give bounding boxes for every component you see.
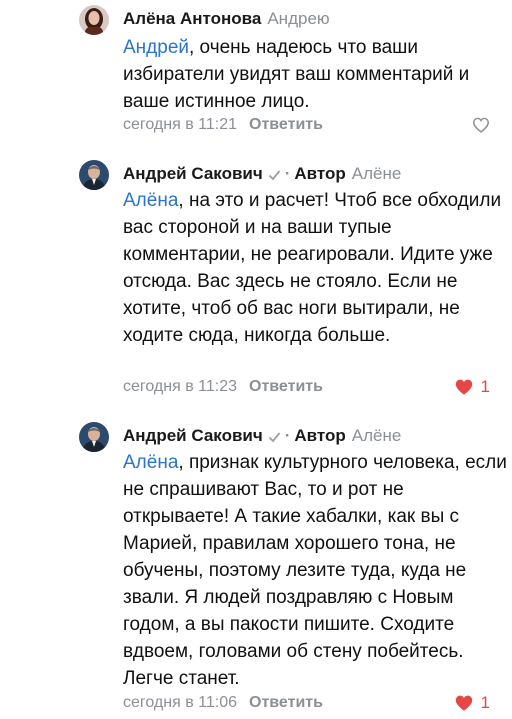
comment-header: Алёна Антонова Андрею xyxy=(123,9,330,29)
comment-body: , на это и расчет! Чтоб все обходили вас… xyxy=(123,190,502,346)
heart-outline-icon xyxy=(472,117,490,133)
reply-button[interactable]: Ответить xyxy=(249,116,323,133)
comment-header: Андрей Сакович · Автор Алёне xyxy=(123,164,401,184)
mention-link[interactable]: Алёна xyxy=(123,190,178,211)
avatar[interactable] xyxy=(79,5,109,35)
like-count: 1 xyxy=(480,377,490,396)
author-badge: Автор xyxy=(294,164,346,183)
heart-filled-icon xyxy=(455,379,472,395)
reply-to[interactable]: Андрею xyxy=(267,9,329,28)
separator-dot: · xyxy=(284,426,291,445)
checkmark-icon xyxy=(268,432,280,443)
reply-button[interactable]: Ответить xyxy=(249,378,323,395)
separator-dot: · xyxy=(284,164,291,183)
timestamp: сегодня в 11:06 xyxy=(123,694,238,711)
heart-filled-icon xyxy=(455,695,472,711)
comment-meta: сегодня в 11:06 Ответить xyxy=(123,693,323,713)
avatar[interactable] xyxy=(79,160,109,190)
author-name[interactable]: Алёна Антонова xyxy=(123,9,261,28)
author-name[interactable]: Андрей Сакович xyxy=(123,164,263,183)
author-name[interactable]: Андрей Сакович xyxy=(123,426,263,445)
checkmark-icon xyxy=(268,170,280,181)
like-count: 1 xyxy=(480,693,490,712)
author-badge: Автор xyxy=(294,426,346,445)
timestamp: сегодня в 11:21 xyxy=(123,116,238,133)
mention-link[interactable]: Андрей xyxy=(123,37,189,58)
comment-body: , признак культурного человека, если не … xyxy=(123,452,507,689)
comment-text: Андрей, очень надеюсь что ваши избирател… xyxy=(123,34,508,115)
reply-to[interactable]: Алёне xyxy=(352,426,402,445)
avatar[interactable] xyxy=(79,422,109,452)
comment-text: Алёна, признак культурного человека, есл… xyxy=(123,449,508,692)
timestamp: сегодня в 11:23 xyxy=(123,378,238,395)
like-button[interactable] xyxy=(472,115,490,135)
like-button[interactable]: 1 xyxy=(454,377,490,397)
mention-link[interactable]: Алёна xyxy=(123,452,178,473)
comment-meta: сегодня в 11:23 Ответить xyxy=(123,377,323,397)
comment-header: Андрей Сакович · Автор Алёне xyxy=(123,426,401,446)
reply-button[interactable]: Ответить xyxy=(249,694,323,711)
comment-meta: сегодня в 11:21 Ответить xyxy=(123,115,323,135)
comment-text: Алёна, на это и расчет! Чтоб все обходил… xyxy=(123,187,508,349)
like-button[interactable]: 1 xyxy=(454,693,490,713)
reply-to[interactable]: Алёне xyxy=(352,164,402,183)
